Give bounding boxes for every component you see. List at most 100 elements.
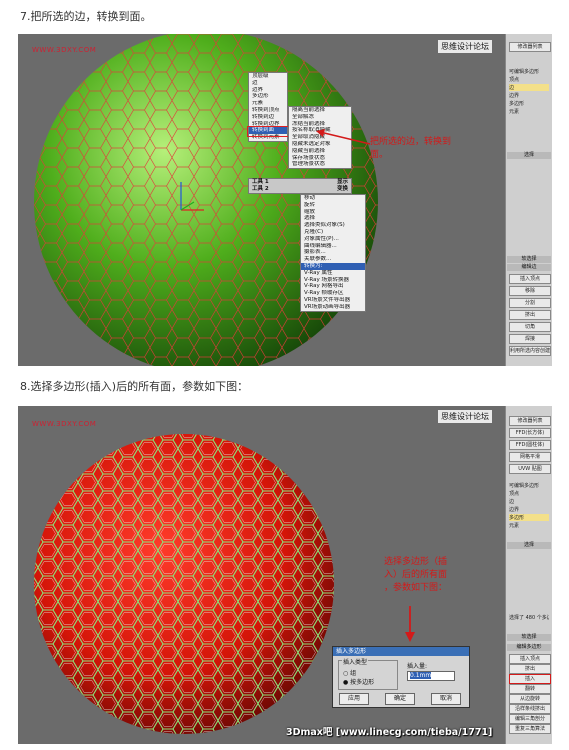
annotation-arrow-down [405,606,415,642]
remove-button[interactable]: 移除 [509,286,551,296]
step-7-screenshot: WWW.3DXY.COM 思维设计论坛 顶层级 边 边界 多边形 元素 转换到顶… [18,34,552,366]
amount-label: 插入量: [407,663,428,670]
menu-item[interactable]: 顶层级 [249,73,287,80]
highlight-box [247,126,289,137]
section-soft-selection[interactable]: 软选择 [507,634,551,641]
tree-item[interactable]: 边界 [509,506,549,513]
chamfer-button[interactable]: 切角 [509,322,551,332]
menu-item[interactable]: V-Ray 场景转换器 [301,277,365,284]
tree-item-selected[interactable]: 多边形 [509,514,549,521]
menu-item[interactable]: 边界 [249,87,287,94]
annotation-line: ，参数如下图： [384,583,448,593]
extrude-button[interactable]: 挤出 [509,664,551,674]
meshsmooth-button[interactable]: 网格平滑 [509,452,551,462]
quad-menu-headers: 工具 1 显示 工具 2 变换 [248,178,352,194]
tree-item[interactable]: 边 [509,498,549,505]
tree-item[interactable]: 元素 [509,108,549,115]
step-7-heading: 7.把所选的边，转换到面。 [20,10,152,23]
tree-item[interactable]: 多边形 [509,100,549,107]
menu-item[interactable]: 多边形 [249,93,287,100]
hinge-button[interactable]: 从边旋转 [509,694,551,704]
annotation-text: 选择多边形（插 入）后的所有面 ，参数如下图： [384,556,480,595]
menu-item[interactable]: 曲线编辑器... [301,243,365,250]
quad-header-tools1: 工具 1 [252,179,269,185]
radio-group[interactable]: ○ 组 [343,668,356,677]
annotation-line: 选择多边形（插 [384,557,448,567]
split-button[interactable]: 分割 [509,298,551,308]
inset-type-group: 插入类型 ○ 组 ● 按多边形 [338,657,398,690]
retriangulate-button[interactable]: 重复三角算法 [509,724,551,734]
tree-item[interactable]: 顶点 [509,76,549,83]
menu-item[interactable]: 移动 [301,195,365,202]
viewport[interactable]: WWW.3DXY.COM 思维设计论坛 顶层级 边 边界 多边形 元素 转换到顶… [18,34,506,366]
quad-header-display: 显示 [336,179,348,185]
menu-item[interactable]: 管理场景状态 [289,161,351,168]
menu-item[interactable]: VR场景动画导出器 [301,304,365,311]
inset-button[interactable]: 插入 [509,674,551,684]
menu-item[interactable]: 选择 [301,215,365,222]
insert-vertex-button[interactable]: 插入顶点 [509,654,551,664]
weld-button[interactable]: 焊接 [509,334,551,344]
tree-item[interactable]: 元素 [509,522,549,529]
edit-triangulation-button[interactable]: 编辑三角剖分 [509,714,551,724]
section-selection[interactable]: 选择 [507,542,551,549]
menu-item[interactable]: V-Ray 帧缓存区 [301,290,365,297]
section-soft-selection[interactable]: 软选择 [507,256,551,263]
tree-item-selected[interactable]: 边 [509,84,549,91]
command-panel: 修改器列表 可编辑多边形 顶点 边 边界 多边形 元素 选择 软选择 编辑边 插… [505,34,552,366]
viewport-title: 思维设计论坛 [438,410,492,423]
menu-item[interactable]: VR场景文件导出器 [301,297,365,304]
ffd-box-button[interactable]: FFD(长方体) [509,428,551,438]
modifier-stack-item[interactable]: 可编辑多边形 [509,482,549,489]
radio-by-polygon[interactable]: ● 按多边形 [343,677,374,686]
quad-header-transform: 变换 [336,186,348,192]
watermark: WWW.3DXY.COM [32,46,97,54]
footer-watermark: 3Dmax吧 [www.linecg.com/tieba/1771] [286,727,493,738]
menu-item[interactable]: 克隆(C) [301,229,365,236]
ffd-cyl-button[interactable]: FFD(圆柱体) [509,440,551,450]
quad-menu-transform: 移动 旋转 缩放 选择 选择类似对象(S) 克隆(C) 对象属性(P)... 曲… [300,194,366,312]
annotation-text: 把所选的边，转换到面。 [370,137,452,160]
menu-item[interactable]: 隔离当前选择 [289,107,351,114]
tree-item[interactable]: 边界 [509,92,549,99]
menu-item[interactable]: 摄影表... [301,249,365,256]
annotation-arrow [316,129,371,145]
uvw-button[interactable]: UVW 贴图 [509,464,551,474]
menu-item[interactable]: 关联参数... [301,256,365,263]
modifier-list[interactable]: 修改器列表 [509,42,551,52]
menu-item[interactable]: 选择类似对象(S) [301,222,365,229]
section-edit-polygons[interactable]: 编辑多边形 [507,644,551,651]
modifier-list[interactable]: 修改器列表 [509,416,551,426]
insert-vertex-button[interactable]: 插入顶点 [509,274,551,284]
ok-button[interactable]: 确定 [385,693,415,705]
section-edit-edges[interactable]: 编辑边 [507,264,551,271]
cancel-button[interactable]: 取消 [431,693,461,705]
amount-input[interactable]: 0.1mm [407,671,455,681]
flip-button[interactable]: 翻转 [509,684,551,694]
menu-item[interactable]: 转换到顶点 [249,107,287,114]
menu-item[interactable]: 元素 [249,100,287,107]
watermark: WWW.3DXY.COM [32,420,97,428]
apply-button[interactable]: 应用 [339,693,369,705]
selection-info: 选择了 480 个多边形 [509,615,549,621]
extrude-spline-button[interactable]: 沿样条线挤出 [509,704,551,714]
menu-item[interactable]: 缩放 [301,209,365,216]
dialog-title: 插入多边形 [333,647,469,656]
menu-item[interactable]: V-Ray 网格导出 [301,283,365,290]
viewport[interactable]: WWW.3DXY.COM 思维设计论坛 选择多边形（插 入）后的所有面 ，参数如… [18,406,506,744]
menu-item[interactable]: 边 [249,80,287,87]
section-selection[interactable]: 选择 [507,152,551,159]
step-8-screenshot: WWW.3DXY.COM 思维设计论坛 选择多边形（插 入）后的所有面 ，参数如… [18,406,552,744]
menu-item[interactable]: 转换到边 [249,114,287,121]
step-8-heading: 8.选择多边形(插入)后的所有面，参数如下图： [20,380,249,393]
menu-item[interactable]: 全部解冻 [289,114,351,121]
menu-item[interactable]: V-Ray 属性 [301,270,365,277]
menu-item[interactable]: 旋转 [301,202,365,209]
menu-item[interactable]: 转换为: [301,262,365,270]
modifier-stack-item[interactable]: 可编辑多边形 [509,68,549,75]
create-shape-button[interactable]: 利用所选内容创建图形 [509,346,551,356]
inset-polygons-dialog: 插入多边形 插入类型 ○ 组 ● 按多边形 插入量: 0.1mm 应用 确定 取… [332,646,470,708]
tree-item[interactable]: 顶点 [509,490,549,497]
extrude-button[interactable]: 挤出 [509,310,551,320]
menu-item[interactable]: 对象属性(P)... [301,236,365,243]
